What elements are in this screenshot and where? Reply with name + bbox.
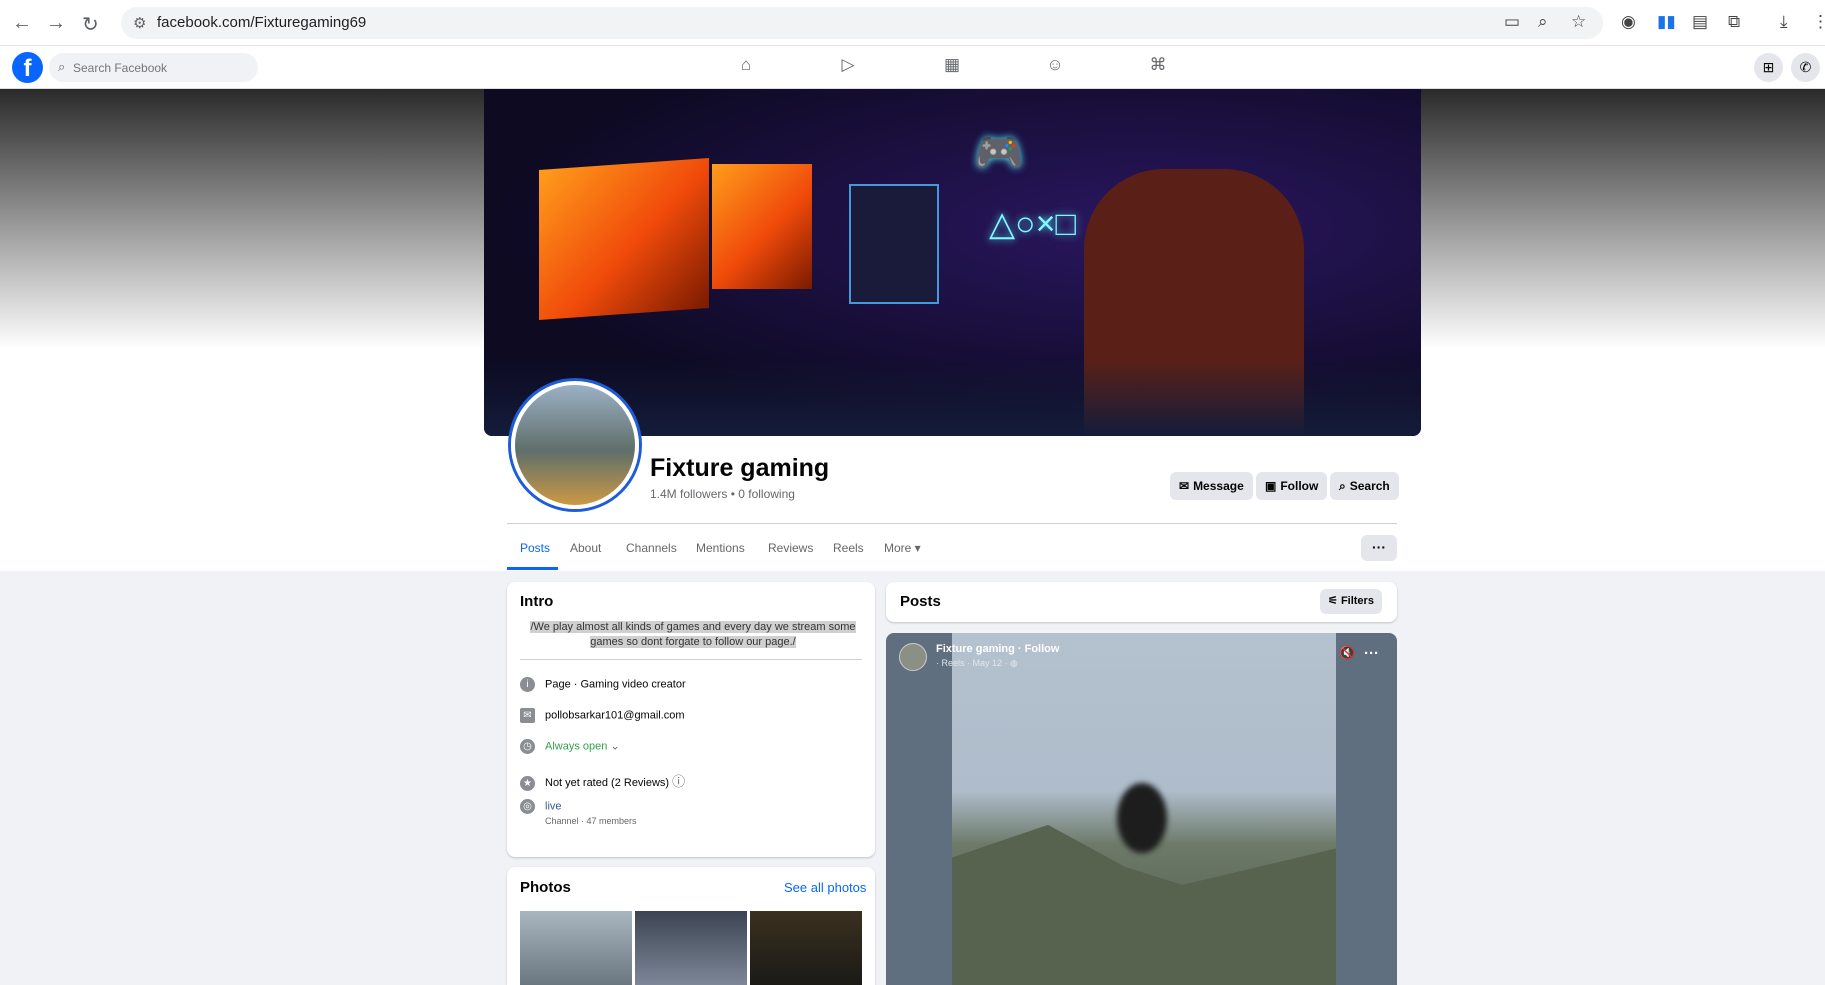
reload-icon[interactable]: ↻	[82, 12, 99, 37]
gaming-icon[interactable]: ⌘	[1145, 55, 1171, 79]
browser-menu-icon[interactable]: ⋮	[1812, 12, 1825, 32]
mute-icon[interactable]: 🔇	[1339, 645, 1355, 661]
tab-reviews[interactable]: Reviews	[768, 541, 813, 555]
intro-row-hours[interactable]: ◷ Always open ⌄	[520, 739, 620, 754]
intro-row-channel[interactable]: ◎ live Channel · 47 members	[520, 799, 637, 826]
facebook-search[interactable]: ⌕	[49, 53, 258, 82]
marketplace-icon[interactable]: ▦	[939, 55, 965, 79]
channel-icon: ◎	[520, 799, 535, 814]
search-icon: ⌕	[1339, 479, 1346, 493]
search-page-button[interactable]: ⌕ Search	[1330, 472, 1399, 500]
intro-row-rating: ★ Not yet rated (2 Reviews) ⓘ	[520, 771, 685, 791]
tab-about[interactable]: About	[570, 541, 601, 555]
tab-mentions[interactable]: Mentions	[696, 541, 745, 555]
profile-header: 🎮 △○×□ Fixture gaming 1.4M followers • 0…	[0, 89, 1825, 571]
intro-bio: /We play almost all kinds of games and e…	[530, 621, 856, 648]
messenger-icon[interactable]: ✆	[1791, 53, 1820, 82]
site-info-icon[interactable]: ⚙	[133, 14, 146, 32]
facebook-search-input[interactable]	[73, 58, 248, 77]
reel-author[interactable]: Fixture gaming · Follow	[936, 643, 1059, 655]
cover-neon-gamepad: 🎮	[974, 131, 1024, 175]
facebook-logo-icon[interactable]: f	[12, 52, 43, 83]
extension-icon-1[interactable]: ◉	[1621, 12, 1636, 32]
see-all-photos-link[interactable]: See all photos	[784, 880, 866, 895]
zoom-icon[interactable]: ⌕	[1538, 12, 1548, 32]
reel-meta: · Reels · May 12 · ◍	[936, 658, 1018, 668]
intro-row-email: ✉ pollobsarkar101@gmail.com	[520, 708, 685, 723]
filters-button[interactable]: ⚟ Filters	[1320, 589, 1382, 614]
message-button[interactable]: ✉ Message	[1170, 472, 1253, 500]
tab-posts[interactable]: Posts	[520, 541, 550, 555]
back-icon[interactable]: ←	[12, 12, 32, 35]
filters-icon: ⚟	[1328, 595, 1338, 607]
download-icon[interactable]: ⤓	[1780, 12, 1788, 32]
reel-author-avatar[interactable]	[899, 643, 927, 671]
cover-pc-case	[849, 184, 939, 304]
profile-avatar[interactable]	[511, 381, 639, 509]
email-icon: ✉	[520, 708, 535, 723]
photos-title: Photos	[520, 879, 571, 896]
bookmark-star-icon[interactable]: ☆	[1571, 12, 1586, 32]
header-divider	[507, 523, 1397, 524]
tab-reels[interactable]: Reels	[833, 541, 864, 555]
home-icon[interactable]: ⌂	[733, 55, 759, 79]
intro-title: Intro	[520, 593, 554, 610]
tab-more[interactable]: More ▾	[884, 541, 921, 555]
chevron-down-icon: ⌄	[610, 740, 620, 753]
info-icon: i	[520, 677, 535, 692]
video-icon[interactable]: ▷	[835, 55, 861, 79]
more-options-button[interactable]: ···	[1361, 535, 1397, 561]
posts-title: Posts	[900, 593, 941, 610]
intro-row-category: i Page · Gaming video creator	[520, 677, 686, 692]
photo-thumbnail[interactable]	[520, 911, 632, 985]
address-bar[interactable]: ⚙ facebook.com/Fixturegaming69	[121, 7, 1603, 39]
page-title: Fixture gaming	[650, 454, 830, 482]
rating-info-icon[interactable]: ⓘ	[672, 774, 685, 789]
messenger-icon: ✉	[1179, 479, 1190, 493]
active-tab-indicator	[507, 567, 558, 570]
url-text[interactable]: facebook.com/Fixturegaming69	[157, 14, 366, 31]
cover-monitor-right	[712, 164, 812, 289]
reel-smoke	[1117, 783, 1167, 853]
cast-icon[interactable]: ▭	[1504, 12, 1520, 32]
search-icon: ⌕	[58, 59, 66, 74]
follow-icon: ▣	[1265, 479, 1277, 493]
extension-icon-2[interactable]: ▮▮	[1657, 12, 1676, 32]
extensions-puzzle-icon[interactable]: ⧉	[1728, 12, 1740, 32]
cover-monitor-left	[539, 158, 709, 320]
cover-photo[interactable]: 🎮 △○×□	[484, 89, 1421, 436]
menu-grid-icon[interactable]: ⊞	[1754, 53, 1783, 82]
followers-count[interactable]: 1.4M followers • 0 following	[650, 487, 795, 501]
groups-icon[interactable]: ☺	[1042, 55, 1068, 79]
reel-post[interactable]	[886, 633, 1397, 985]
facebook-topbar: f ⌕ ⌂ ▷ ▦ ☺ ⌘ ⊞ ✆	[0, 46, 1825, 89]
cover-neon-shapes: △○×□	[989, 205, 1077, 243]
follow-button[interactable]: ▣ Follow	[1256, 472, 1328, 500]
photo-thumbnail[interactable]	[750, 911, 862, 985]
channel-members: Channel · 47 members	[545, 816, 637, 826]
reel-more-icon[interactable]: ···	[1364, 645, 1379, 662]
browser-toolbar: ← → ↻ ⚙ facebook.com/Fixturegaming69 ▭ ⌕…	[0, 0, 1825, 46]
star-icon: ★	[520, 775, 535, 791]
photo-thumbnail[interactable]	[635, 911, 747, 985]
extension-icon-3[interactable]: ▤	[1692, 12, 1708, 32]
forward-icon[interactable]: →	[46, 12, 66, 35]
intro-divider	[520, 659, 862, 660]
reel-video[interactable]	[952, 633, 1336, 985]
clock-icon: ◷	[520, 739, 535, 754]
tab-channels[interactable]: Channels	[626, 541, 677, 555]
